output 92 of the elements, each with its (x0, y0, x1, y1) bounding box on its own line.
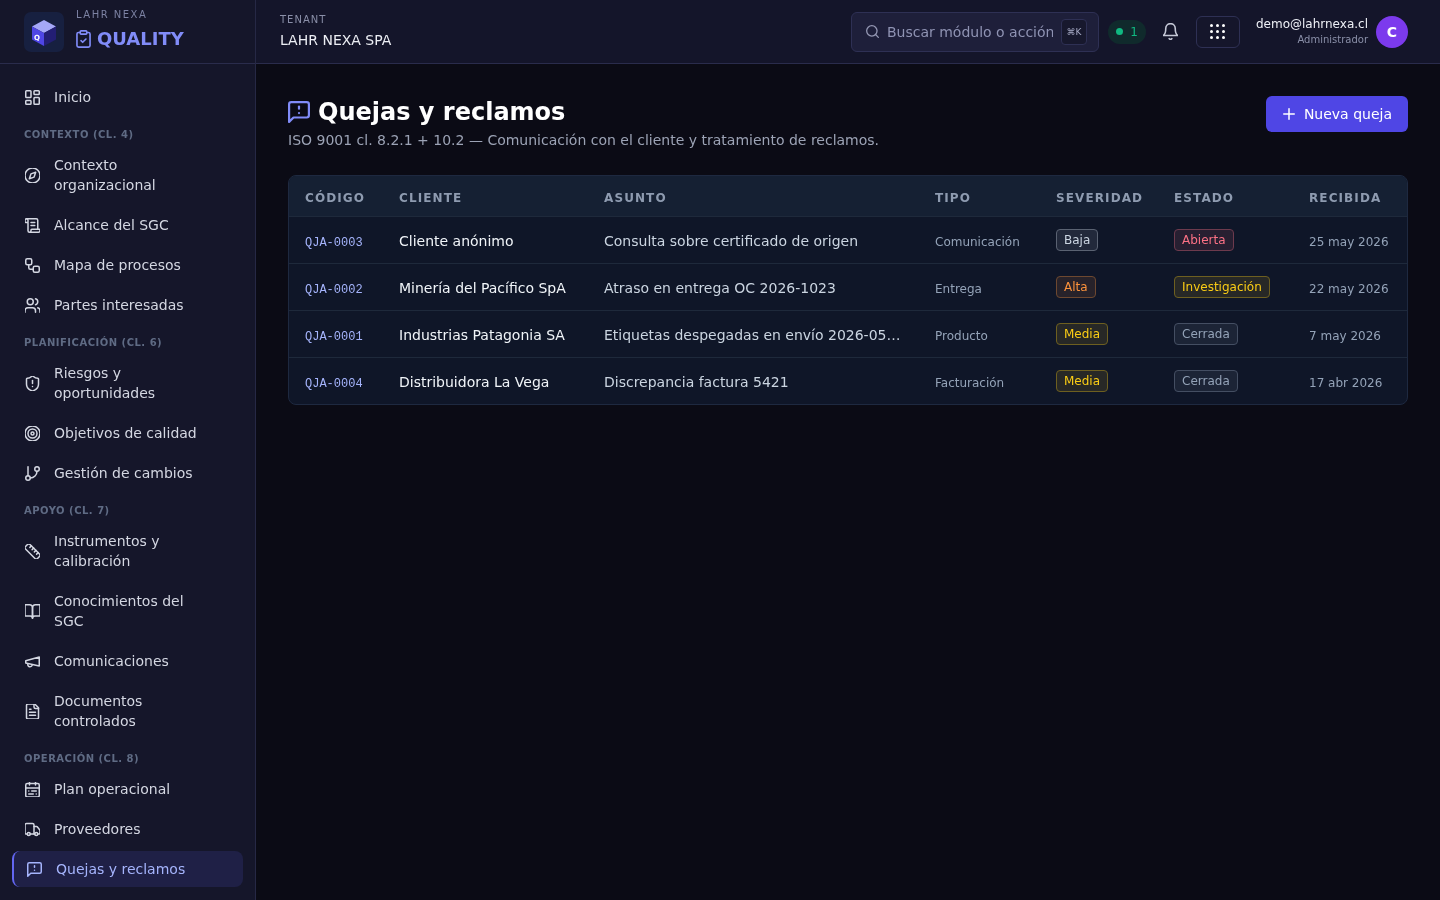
nav-item[interactable]: Conocimientos del SGC (10, 583, 243, 639)
section-label: APOYO (CL. 7) (24, 504, 110, 518)
column-header: CLIENTE (399, 190, 463, 205)
nav-item[interactable]: Comunicaciones (10, 643, 243, 679)
search-bar[interactable]: Buscar módulo o acción ⌘K (850, 11, 1099, 52)
table-cell: Distribuidora La Vega (399, 373, 550, 390)
table-cell: Atraso en entrega OC 2026-1023 (604, 279, 836, 296)
table-cell: Cliente anónimo (399, 232, 514, 249)
nav-item[interactable]: Documentos controlados (10, 683, 243, 739)
table-cell: 22 may 2026 (1309, 281, 1389, 296)
complaint-code[interactable]: QJA-0002 (305, 282, 363, 297)
dashboard-grid-icon (25, 89, 40, 105)
shortcut-key: ⌘K (1060, 18, 1087, 45)
nav-item[interactable]: Plan operacional (10, 771, 243, 807)
scroll-icon (25, 217, 40, 233)
status-count: 1 (1130, 24, 1138, 39)
column-header: CÓDIGO (305, 190, 366, 205)
section-label: PLANIFICACIÓN (CL. 6) (24, 335, 163, 350)
nav-item[interactable]: Mapa de procesos (10, 247, 243, 283)
nav-item[interactable]: Gestión de cambios (10, 455, 243, 491)
search-field[interactable]: Buscar módulo o acción (886, 23, 1053, 40)
nav-item[interactable]: Instrumentos y calibración (10, 523, 243, 579)
chat-warning-icon (288, 101, 310, 123)
workflow-icon (25, 257, 40, 273)
section-label: OPERACIÓN (CL. 8) (24, 751, 140, 766)
plus-icon (1282, 108, 1295, 120)
severity-tag: Baja (1056, 229, 1099, 251)
nav-item[interactable]: Quejas y reclamos (12, 851, 243, 887)
column-header: RECIBIDA (1309, 190, 1382, 205)
truck-icon (25, 821, 40, 837)
apps-button[interactable] (1195, 15, 1240, 48)
new-complaint-button[interactable]: Nueva queja (1265, 96, 1408, 132)
user-role: Administrador (1297, 33, 1368, 47)
column-header: SEVERIDAD (1056, 190, 1144, 205)
table-cell: Consulta sobre certificado de origen (604, 232, 859, 249)
status-dot-icon (1116, 28, 1124, 35)
table-cell: 25 may 2026 (1309, 234, 1389, 249)
clipboard-check-icon (76, 29, 91, 48)
product-name: QUALITY (97, 27, 184, 50)
table-cell: Minería del Pacífico SpA (399, 279, 566, 296)
nav-item[interactable]: Objetivos de calidad (10, 415, 243, 451)
bell-icon (1163, 23, 1179, 40)
cube-logo-icon (24, 11, 64, 52)
company-name: LAHR NEXA (76, 7, 148, 22)
nav-item[interactable]: Proveedores (10, 811, 243, 847)
nav-item[interactable]: Alcance del SGC (10, 207, 243, 243)
table-cell: Facturación (935, 375, 1005, 390)
table-cell: 17 abr 2026 (1309, 375, 1383, 390)
target-icon (25, 425, 40, 441)
nav-item[interactable]: Inicio (10, 79, 243, 115)
page-title: Quejas y reclamos (318, 97, 566, 128)
section-label: CONTEXTO (CL. 4) (24, 128, 134, 142)
table-cell: Producto (935, 328, 988, 343)
tenant-label: TENANT (280, 13, 327, 27)
complaint-code[interactable]: QJA-0004 (305, 376, 363, 391)
calendar-icon (25, 781, 40, 797)
dots-grid-icon (1210, 24, 1226, 39)
users-icon (25, 297, 40, 313)
megaphone-icon (25, 653, 40, 669)
table-cell: Entrega (935, 281, 982, 296)
column-header: ASUNTO (604, 190, 667, 205)
search-icon (865, 25, 879, 38)
severity-tag: Alta (1056, 276, 1096, 298)
user-email: demo@lahrnexa.cl (1255, 16, 1368, 32)
table-cell: Etiquetas despegadas en envío 2026-05… (604, 326, 901, 343)
compass-icon (25, 167, 40, 183)
nav-item[interactable]: Riesgos y oportunidades (10, 355, 243, 411)
status-tag: Cerrada (1174, 323, 1238, 345)
table-cell: 7 may 2026 (1309, 328, 1381, 343)
nav-item[interactable]: Partes interesadas (10, 287, 243, 323)
page-subtitle: ISO 9001 cl. 8.2.1 + 10.2 — Comunicación con el cliente y tratamiento de reclamos. (288, 131, 880, 150)
column-header: ESTADO (1174, 190, 1235, 205)
tenant-name: LAHR NEXA SPA (280, 31, 392, 50)
status-tag: Cerrada (1174, 370, 1238, 392)
document-icon (25, 703, 40, 719)
complaint-code[interactable]: QJA-0001 (305, 329, 363, 344)
table-cell: Discrepancia factura 5421 (604, 373, 789, 390)
user-avatar[interactable]: C (1376, 15, 1408, 48)
severity-tag: Media (1056, 370, 1109, 392)
chat-warning-icon (27, 861, 42, 877)
status-tag: Abierta (1174, 229, 1234, 251)
table-cell: Industrias Patagonia SA (399, 326, 565, 343)
table-cell: Comunicación (935, 234, 1020, 249)
book-icon (25, 603, 40, 619)
ruler-icon (25, 543, 40, 559)
nav-item[interactable]: Contexto organizacional (10, 147, 243, 203)
complaint-code[interactable]: QJA-0003 (305, 235, 363, 250)
status-tag: Investigación (1174, 276, 1270, 298)
severity-tag: Media (1056, 323, 1109, 345)
branch-icon (25, 465, 40, 481)
shield-alert-icon (25, 375, 40, 391)
column-header: TIPO (935, 190, 972, 205)
